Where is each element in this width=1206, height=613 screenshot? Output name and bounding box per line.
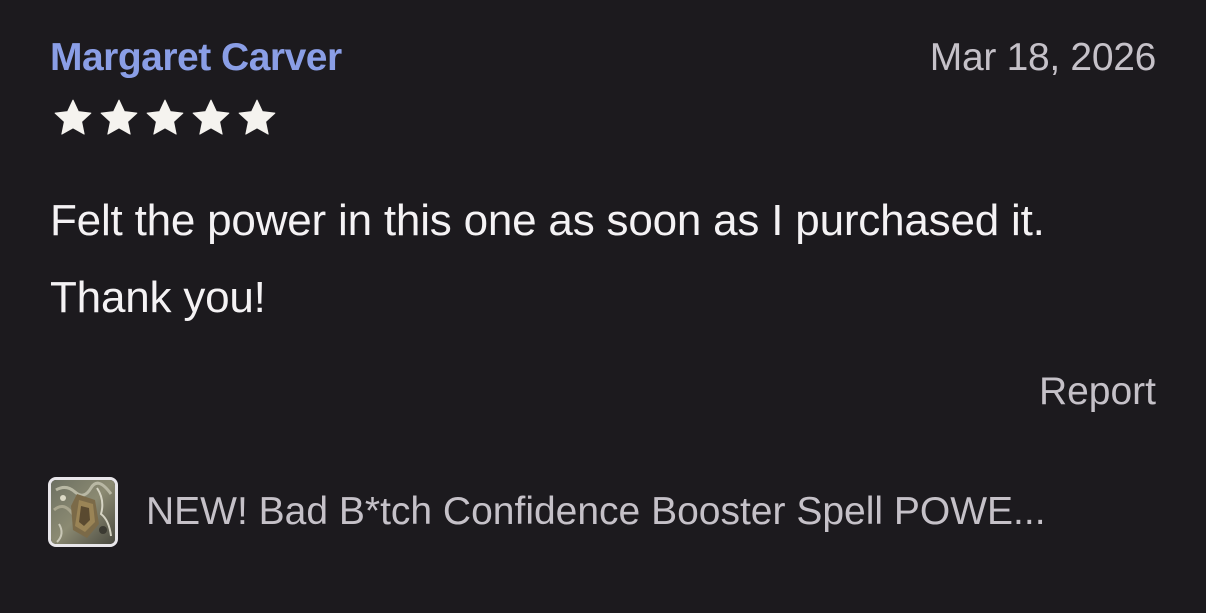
review-text: Felt the power in this one as soon as I …	[50, 196, 1045, 322]
report-button[interactable]: Report	[1039, 367, 1156, 417]
listing-link[interactable]: NEW! Bad B*tch Confidence Booster Spell …	[48, 474, 1158, 550]
listing-thumbnail-image-art	[51, 480, 115, 544]
review-date: Mar 18, 2026	[929, 36, 1157, 79]
star-rating	[50, 97, 280, 139]
star-icon	[146, 99, 184, 135]
star-icon	[238, 99, 276, 135]
star-icon	[100, 99, 138, 135]
listing-thumbnail-image[interactable]	[48, 477, 118, 547]
review-card: Margaret Carver Mar 18, 2026 Felt the po…	[0, 0, 1206, 613]
listing-title[interactable]: NEW! Bad B*tch Confidence Booster Spell …	[146, 487, 1046, 537]
star-icon	[54, 99, 92, 135]
star-icon	[192, 99, 230, 135]
reviewer-name[interactable]: Margaret Carver	[50, 33, 342, 83]
